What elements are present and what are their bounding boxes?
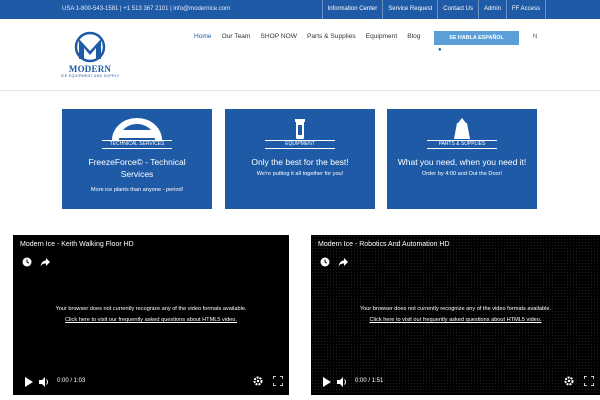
html5-faq-link[interactable]: Click here to visit our frequently asked… — [370, 317, 542, 323]
video-time: 0:00 / 1:03 — [57, 378, 86, 384]
video-player-robotics-automation[interactable]: Modern Ice - Robotics And Automation HD … — [311, 235, 600, 395]
video-header-icons — [320, 257, 348, 267]
video-controls-right — [253, 376, 283, 386]
card-title: FreezeForce© - Technical Services More i… — [72, 156, 202, 194]
video-title: Modern Ice - Robotics And Automation HD — [318, 241, 450, 248]
logo-brand: MODERN — [68, 64, 112, 74]
video-controls: 0:00 / 1:51 — [311, 374, 600, 390]
video-player-keith-walking-floor[interactable]: Modern Ice - Keith Walking Floor HD Your… — [13, 235, 289, 395]
globe-icon: ● — [438, 47, 442, 53]
nav-shop-now[interactable]: SHOP NOW — [260, 33, 297, 40]
language-switch[interactable]: N — [533, 34, 537, 40]
watch-later-clock-icon[interactable] — [22, 257, 32, 267]
nav-home[interactable]: Home — [194, 33, 212, 40]
top-link-admin[interactable]: Admin — [477, 0, 506, 19]
card-parts-supplies[interactable]: PARTS & SUPPLIES What you need, when you… — [387, 109, 537, 209]
volume-icon[interactable] — [337, 377, 348, 387]
logo-emblem-icon — [74, 31, 106, 63]
html5-faq-link[interactable]: Click here to visit our frequently asked… — [65, 317, 237, 323]
watch-later-clock-icon[interactable] — [320, 257, 330, 267]
video-header-icons — [22, 257, 50, 267]
play-icon[interactable] — [322, 377, 331, 387]
feature-cards: TECHNICAL SERVICES FreezeForce© - Techni… — [0, 109, 600, 209]
card-title: Only the best for the best! We're puttin… — [235, 156, 365, 178]
video-time: 0:00 / 1:51 — [355, 378, 384, 384]
top-link-contact-us[interactable]: Contact Us — [437, 0, 478, 19]
site-header: MODERN ICE EQUIPMENT AND SUPPLY Home Our… — [0, 19, 600, 91]
video-unsupported-message: Your browser does not currently recogniz… — [359, 306, 552, 323]
settings-gear-icon[interactable] — [253, 376, 263, 386]
card-caption: PARTS & SUPPLIES — [427, 140, 497, 149]
top-link-ff-access[interactable]: FF Access — [505, 0, 546, 19]
nav-parts-supplies[interactable]: Parts & Supplies — [307, 33, 356, 40]
top-link-information-center[interactable]: Information Center — [321, 0, 383, 19]
video-controls-right — [564, 376, 594, 386]
top-links: Information Center Service Request Conta… — [321, 0, 546, 19]
se-habla-espanol-button[interactable]: SE HABLA ESPAÑOL — [434, 31, 519, 45]
card-equipment[interactable]: EQUIPMENT Only the best for the best! We… — [225, 109, 375, 209]
top-contact-bar: USA 1-800-543-1581 | +1 513 367 2101 | i… — [0, 0, 600, 19]
main-nav: Home Our Team SHOP NOW Parts & Supplies … — [194, 33, 430, 40]
nav-our-team[interactable]: Our Team — [222, 33, 251, 40]
card-subtitle: Order by 4:00 and Out the Door! — [421, 171, 503, 177]
ice-bag-icon — [387, 117, 537, 141]
fullscreen-icon[interactable] — [584, 376, 594, 386]
freezeforce-logo-icon — [62, 117, 212, 141]
video-title: Modern Ice - Keith Walking Floor HD — [20, 241, 134, 248]
equipment-icon — [225, 117, 375, 141]
play-icon[interactable] — [24, 377, 33, 387]
site-logo[interactable]: MODERN ICE EQUIPMENT AND SUPPLY — [60, 31, 120, 81]
card-subtitle: We're putting it all together for you! — [256, 171, 344, 177]
top-link-service-request[interactable]: Service Request — [382, 0, 437, 19]
card-subtitle: More ice plants than anyone - period! — [90, 187, 184, 193]
share-arrow-icon[interactable] — [40, 257, 50, 267]
logo-tagline: ICE EQUIPMENT AND SUPPLY — [60, 74, 120, 78]
volume-icon[interactable] — [39, 377, 50, 387]
video-unsupported-message: Your browser does not currently recogniz… — [55, 306, 247, 323]
card-title: What you need, when you need it! Order b… — [397, 157, 527, 177]
nav-equipment[interactable]: Equipment — [366, 33, 398, 40]
fullscreen-icon[interactable] — [273, 376, 283, 386]
video-controls: 0:00 / 1:03 — [13, 374, 289, 390]
card-technical-services[interactable]: TECHNICAL SERVICES FreezeForce© - Techni… — [62, 109, 212, 209]
card-caption: EQUIPMENT — [265, 140, 335, 149]
settings-gear-icon[interactable] — [564, 376, 574, 386]
contact-info: USA 1-800-543-1581 | +1 513 367 2101 | i… — [62, 6, 231, 12]
card-caption: TECHNICAL SERVICES — [102, 140, 172, 149]
nav-blog[interactable]: Blog — [407, 33, 420, 40]
share-arrow-icon[interactable] — [338, 257, 348, 267]
